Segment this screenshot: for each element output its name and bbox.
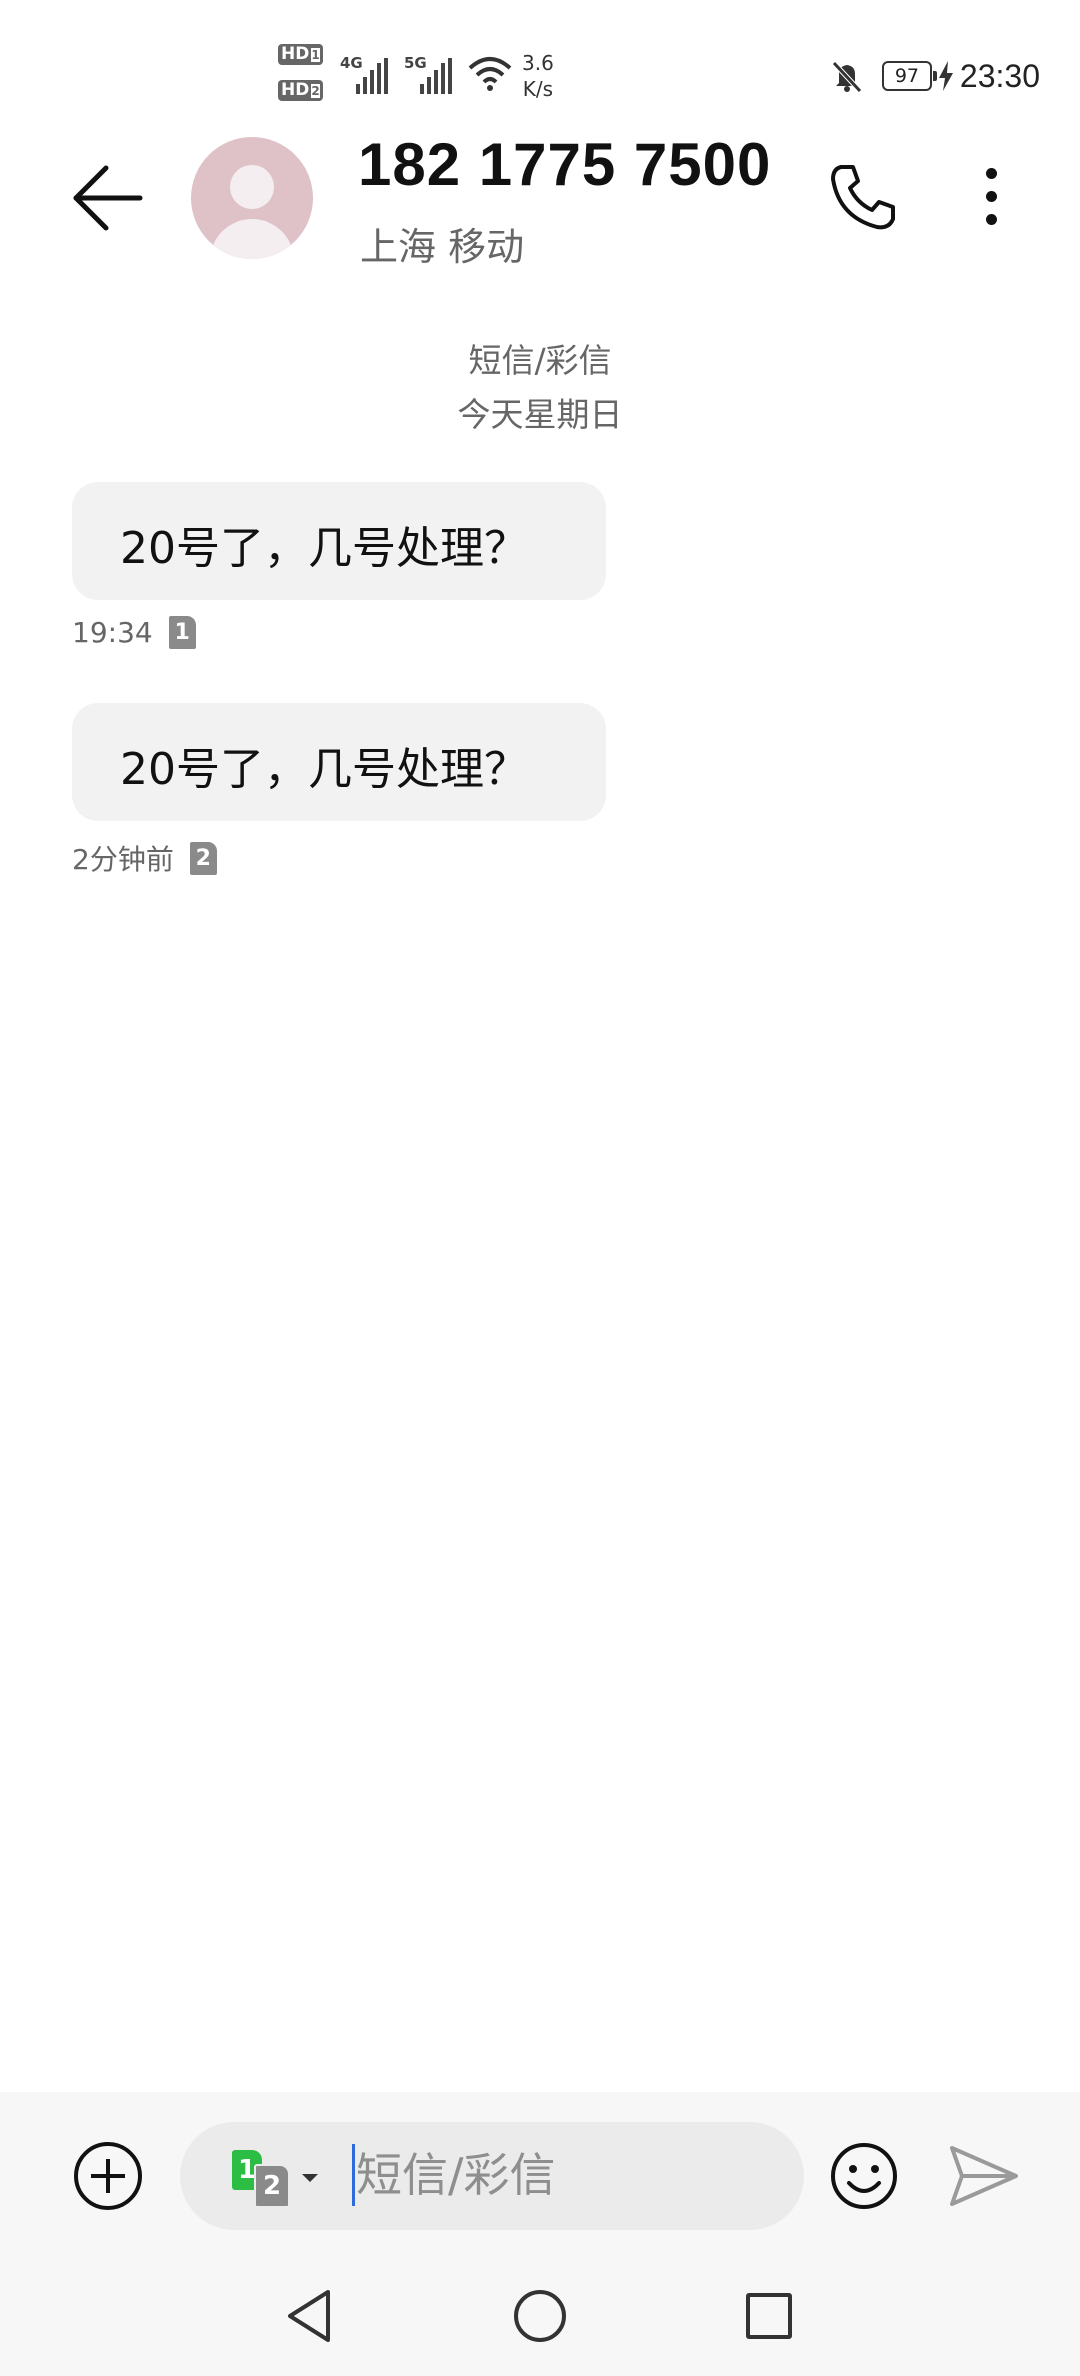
nav-recents-icon[interactable] — [746, 2293, 792, 2339]
text-cursor — [352, 2144, 355, 2206]
conversation-type-label: 短信/彩信 — [468, 341, 612, 380]
message-time: 2分钟前 — [72, 843, 174, 876]
clock: 23:30 — [959, 57, 1040, 94]
message-meta: 2分钟前 2 — [72, 838, 217, 878]
charging-bolt-icon — [938, 61, 953, 91]
hd2-label: HD — [281, 80, 310, 100]
wifi-icon — [468, 57, 512, 91]
add-attachment-icon[interactable] — [74, 2142, 142, 2210]
hd1-sub: 1 — [311, 48, 320, 62]
contact-avatar[interactable] — [191, 137, 313, 259]
chevron-down-icon — [302, 2174, 318, 2182]
sim-card-icon: 1 — [168, 616, 196, 649]
emoji-icon[interactable] — [829, 2141, 899, 2211]
signal-icon-sim1 — [356, 58, 388, 94]
contact-location: 上海 移动 — [360, 225, 525, 269]
speed-value: 3.6 — [522, 51, 554, 75]
signal-icon-sim2 — [420, 58, 452, 94]
compose-field[interactable]: 1 2 — [180, 2122, 804, 2230]
avatar-head — [230, 165, 274, 209]
conversation-date-label: 今天星期日 — [457, 395, 623, 434]
hd-voice-icon-sim2: HD 2 — [278, 80, 323, 101]
battery-icon: 97 — [881, 61, 937, 91]
nav-back-icon[interactable] — [282, 2288, 338, 2344]
hd-voice-icon-sim1: HD 1 — [278, 44, 323, 65]
status-bar: HD 1 HD 2 4G 5G 3.6 K/s 97 23:30 — [0, 0, 1080, 140]
hd1-label: HD — [281, 44, 310, 64]
message-text: 20号了，几号处理？ — [120, 523, 528, 574]
nav-home-icon[interactable] — [514, 2290, 566, 2342]
send-icon[interactable] — [948, 2142, 1020, 2210]
sim-selector[interactable]: 1 2 — [232, 2150, 322, 2208]
more-options-icon[interactable] — [966, 160, 1016, 236]
message-input[interactable] — [356, 2142, 776, 2208]
hd2-sub: 2 — [311, 84, 320, 98]
status-right: 97 23:30 — [830, 56, 1040, 96]
sim-card-icon: 2 — [189, 841, 217, 875]
message-meta: 19:34 1 — [72, 616, 196, 649]
back-arrow-icon[interactable] — [70, 160, 146, 236]
mute-bell-icon — [832, 61, 862, 93]
network-speed: 3.6 K/s — [522, 50, 554, 102]
speed-unit: K/s — [522, 77, 554, 101]
message-bubble[interactable]: 20号了，几号处理？ — [72, 482, 606, 600]
contact-number[interactable]: 182 1775 7500 — [358, 130, 771, 199]
avatar-body — [210, 219, 294, 259]
phone-call-icon[interactable] — [827, 161, 899, 233]
message-text: 20号了，几号处理？ — [120, 744, 528, 795]
message-time: 19:34 — [72, 616, 153, 649]
message-bubble[interactable]: 20号了，几号处理？ — [72, 703, 606, 821]
sim2-icon: 2 — [254, 2164, 290, 2208]
